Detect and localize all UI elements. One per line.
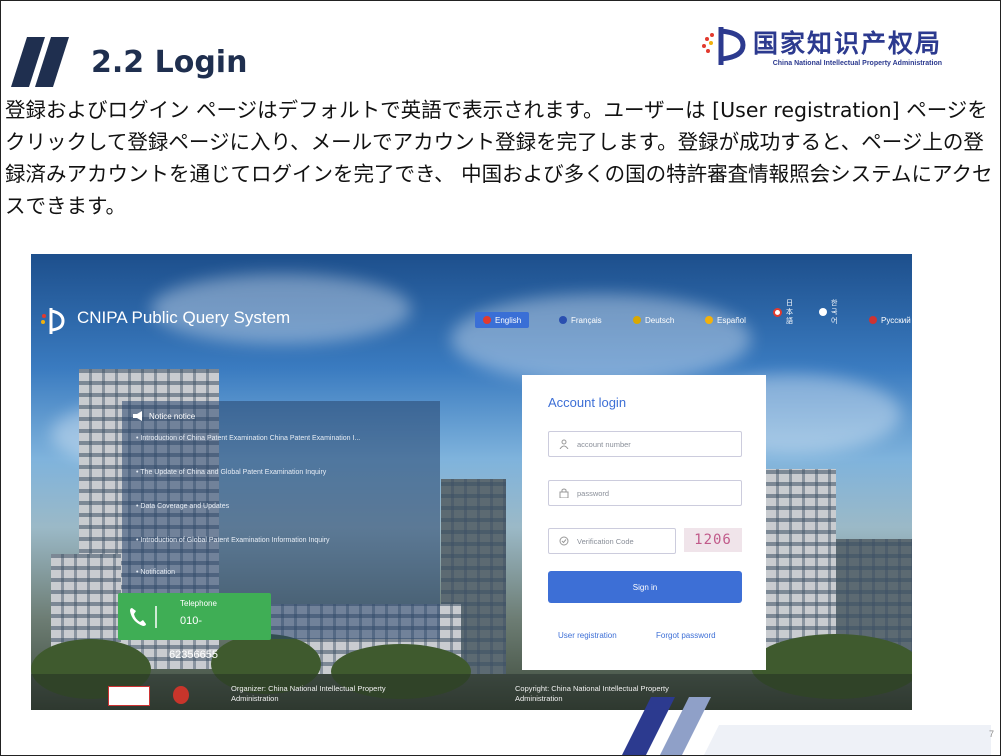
lang-spanish[interactable]: Español (705, 312, 746, 328)
telephone-number: 010- (180, 615, 203, 627)
gov-site-badge-icon (108, 686, 150, 706)
account-placeholder: account number (577, 439, 631, 449)
notice-item-text: Introduction of China Patent Examination… (140, 435, 361, 442)
lock-icon (559, 488, 569, 498)
phone-icon (130, 606, 157, 628)
lang-label: Français (571, 315, 602, 325)
lang-label: Русский (881, 315, 911, 325)
notice-item[interactable]: • Notification (136, 569, 175, 576)
notice-item-text: Introduction of Global Patent Examinatio… (140, 537, 330, 544)
app-logo-icon (41, 308, 65, 334)
decorative-stripes (622, 697, 991, 755)
korea-flag-icon (819, 308, 827, 316)
notice-item-text: Notification (140, 569, 176, 576)
shield-check-icon (559, 536, 569, 546)
lang-russian[interactable]: Русский (869, 312, 911, 328)
notice-item[interactable]: • The Update of China and Global Patent … (136, 469, 326, 476)
login-title: Account login (548, 395, 627, 410)
code-placeholder: Verification Code (577, 536, 634, 546)
telephone-box: Telephone 010- (118, 593, 271, 640)
verification-code-input[interactable]: Verification Code (548, 528, 676, 554)
notice-item-text: The Update of China and Global Patent Ex… (140, 469, 327, 476)
account-input[interactable]: account number (548, 431, 742, 457)
cnipa-logo: 国家知识产权局 China National Intellectual Prop… (699, 19, 942, 71)
megaphone-icon (133, 411, 142, 421)
lang-german[interactable]: Deutsch (633, 312, 674, 328)
notice-item[interactable]: • Introduction of Global Patent Examinat… (136, 537, 330, 544)
cnipa-emblem-icon (702, 27, 746, 65)
japan-flag-icon (773, 307, 782, 317)
national-emblem-icon (173, 686, 189, 704)
logo-english-text: China National Intellectual Property Adm… (772, 59, 943, 67)
germany-flag-icon (633, 316, 641, 324)
lang-korean[interactable]: 한 국 어 (819, 300, 838, 325)
copyright-line-1: Copyright: China National Intellectual P… (515, 684, 669, 693)
user-icon (559, 439, 569, 449)
lang-label: Deutsch (645, 315, 675, 325)
password-input[interactable]: password (548, 480, 742, 506)
lang-char: 한 (831, 299, 838, 307)
title-stripes-icon (11, 37, 69, 87)
forgot-password-link[interactable]: Forgot password (656, 631, 716, 640)
lang-label: English (495, 315, 522, 325)
logo-chinese-text: 国家知识产权局 (753, 28, 943, 58)
notice-heading-label: Notice notice (149, 411, 196, 421)
organizer-line-2: Administration (231, 694, 279, 703)
lang-english[interactable]: English (475, 312, 530, 328)
notice-item[interactable]: • Introduction of China Patent Examinati… (136, 435, 360, 442)
organizer-line-1: Organizer: China National Intellectual P… (231, 684, 386, 693)
lang-char: 日 (786, 299, 793, 307)
login-page-screenshot: CNIPA Public Query System English França… (31, 254, 912, 710)
telephone-label: Telephone (180, 599, 217, 608)
lang-char: 語 (786, 317, 793, 325)
france-flag-icon (559, 316, 567, 324)
page-number: 7 (988, 729, 994, 739)
lang-char: 어 (831, 317, 838, 325)
app-name: CNIPA Public Query System (77, 308, 291, 327)
notice-item-text: Data Coverage and Updates (140, 503, 230, 510)
organizer-text: Organizer: China National Intellectual P… (231, 684, 386, 704)
russia-flag-icon (869, 316, 877, 324)
user-registration-link[interactable]: User registration (558, 631, 617, 640)
lang-french[interactable]: Français (559, 312, 602, 328)
slide-body-text: 登録およびログイン ページはデフォルトで英語で表示されます。ユーザーは [Use… (5, 98, 993, 218)
spain-flag-icon (705, 316, 713, 324)
notice-heading: Notice notice (132, 411, 195, 421)
china-flag-icon (483, 316, 491, 324)
sign-in-button[interactable]: Sign in (548, 571, 742, 603)
lang-label: Español (717, 315, 746, 325)
captcha-image[interactable]: 1206 (684, 528, 742, 552)
password-placeholder: password (577, 488, 610, 498)
notice-item[interactable]: • Data Coverage and Updates (136, 503, 229, 510)
login-panel: Account login account number password Ve… (522, 375, 766, 670)
lang-japanese[interactable]: 日 本 語 (773, 300, 793, 325)
slide-title: 2.2 Login (91, 44, 248, 80)
telephone-number-extra: 62356655 (169, 649, 218, 661)
title-area: 2.2 Login (11, 37, 247, 87)
slide: 2.2 Login 国家知识产权局 China National Intelle… (0, 0, 1001, 756)
lang-char: 本 (786, 308, 793, 316)
lang-char: 국 (831, 308, 838, 316)
